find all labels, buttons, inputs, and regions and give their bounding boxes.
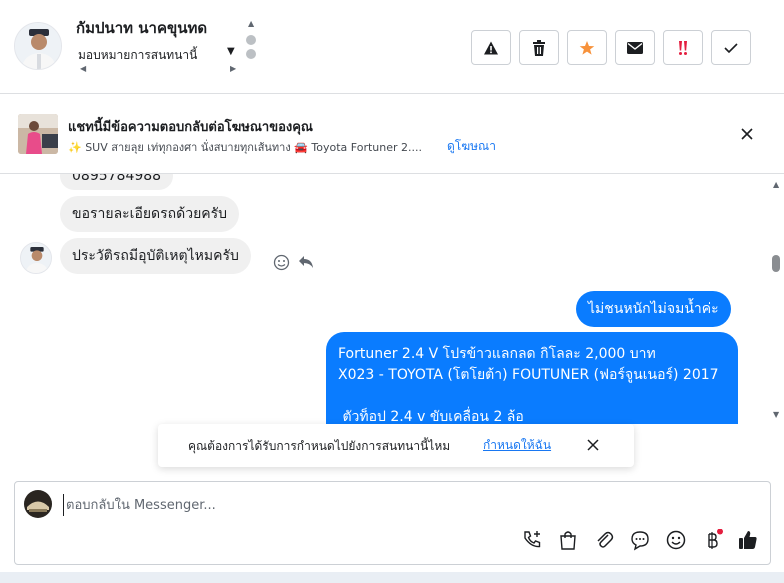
scrollbar-thumb[interactable] — [772, 255, 780, 272]
reply-input[interactable] — [63, 494, 663, 516]
reply-button[interactable] — [298, 255, 314, 269]
call-add-button[interactable] — [521, 529, 543, 551]
emoji-button[interactable] — [665, 529, 687, 551]
close-icon — [741, 128, 753, 140]
assign-prompt-text: คุณต้องการได้รับการกำหนดไปยังการสนทนานี้… — [188, 439, 451, 453]
incoming-message[interactable]: 0895784988 — [60, 174, 174, 190]
warning-icon — [484, 41, 498, 54]
message-line — [338, 385, 726, 406]
mark-done-button[interactable] — [711, 30, 751, 65]
contact-name[interactable]: กัมปนาท นาคขุนทด — [76, 16, 207, 40]
reply-composer — [14, 481, 771, 565]
assign-conversation-dropdown[interactable]: มอบหมายการสนทนานี้ ▼ ▲ ◀ ▶ — [76, 19, 258, 76]
thumbs-up-icon — [739, 531, 757, 549]
emoji-icon — [273, 254, 290, 271]
assign-prompt-toast: คุณต้องการได้รับการกำหนดไปยังการสนทนานี้… — [158, 424, 634, 467]
paperclip-icon — [597, 531, 614, 548]
close-toast-button[interactable] — [585, 437, 601, 453]
scroll-left-arrow-icon[interactable]: ◀ — [80, 64, 86, 73]
message-line: ตัวท็อป 2.4 v ขับเคลื่อน 2 ล้อ — [338, 409, 524, 424]
spam-button[interactable] — [663, 30, 703, 65]
message-thread[interactable]: 0895784988 ขอรายละเอียดรถด้วยครับ ประวัต… — [0, 174, 770, 424]
reply-icon — [299, 256, 313, 268]
scroll-down-arrow-icon[interactable]: ▼ — [773, 410, 779, 419]
scroll-dot-icon — [246, 49, 256, 59]
ad-banner-subtitle: ✨ SUV สายลุย เท่ทุกองศา นั่งสบายทุกเส้นท… — [68, 141, 423, 154]
baht-icon — [708, 529, 723, 549]
sender-avatar — [20, 242, 52, 274]
chat-bubble-icon — [631, 531, 649, 551]
call-add-icon — [524, 531, 541, 548]
report-button[interactable] — [471, 30, 511, 65]
assign-label: มอบหมายการสนทนานี้ — [78, 48, 198, 62]
assign-to-me-link[interactable]: กำหนดให้ฉัน — [483, 436, 551, 455]
star-icon — [579, 40, 595, 55]
envelope-icon — [627, 41, 643, 54]
outgoing-message-long[interactable]: Fortuner 2.4 V โปรข้าวแลกลด กิโลละ 2,000… — [326, 332, 738, 424]
close-banner-button[interactable] — [737, 124, 757, 144]
delete-button[interactable] — [519, 30, 559, 65]
scroll-dot-icon — [246, 35, 256, 45]
outgoing-message[interactable]: ไม่ชนหนักไม่จมน้ำค่ะ — [576, 291, 731, 327]
like-button[interactable] — [737, 529, 759, 551]
saved-replies-button[interactable] — [629, 529, 651, 551]
payment-button[interactable] — [701, 529, 723, 551]
contact-avatar[interactable] — [14, 22, 62, 70]
message-line: X023 - TOYOTA (โตโยต้า) FOUTUNER (ฟอร์จู… — [338, 367, 719, 383]
chat-scrollbar[interactable]: ▲ ▼ — [770, 174, 784, 424]
close-icon — [587, 439, 599, 451]
star-button[interactable] — [567, 30, 607, 65]
chevron-down-icon: ▼ — [227, 46, 235, 57]
message-line: Fortuner 2.4 V โปรข้าวแลกลด กิโลละ 2,000… — [338, 346, 656, 362]
shopping-bag-icon — [560, 531, 576, 550]
react-button[interactable] — [273, 254, 290, 271]
incoming-message[interactable]: ขอรายละเอียดรถด้วยครับ — [60, 196, 240, 232]
spam-icon — [679, 40, 687, 55]
incoming-message[interactable]: ประวัติรถมีอุบัติเหตุไหมครับ — [60, 238, 251, 274]
page-avatar — [24, 490, 52, 518]
mark-unread-button[interactable] — [615, 30, 655, 65]
bottom-divider — [0, 572, 784, 583]
ad-reply-banner: แชทนี้มีข้อความตอบกลับต่อโฆษณาของคุณ ✨ S… — [0, 94, 784, 174]
shop-button[interactable] — [557, 529, 579, 551]
scroll-up-arrow-icon[interactable]: ▲ — [248, 19, 254, 28]
attach-button[interactable] — [593, 529, 615, 551]
view-ad-link[interactable]: ดูโฆษณา — [447, 137, 496, 156]
ad-thumbnail[interactable] — [18, 114, 58, 154]
scroll-up-arrow-icon[interactable]: ▲ — [773, 180, 779, 189]
conversation-header: กัมปนาท นาคขุนทด มอบหมายการสนทนานี้ ▼ ▲ … — [0, 0, 784, 94]
scroll-right-arrow-icon[interactable]: ▶ — [230, 64, 236, 73]
check-icon — [724, 42, 738, 53]
ad-banner-title: แชทนี้มีข้อความตอบกลับต่อโฆษณาของคุณ — [68, 120, 313, 135]
emoji-icon — [666, 530, 686, 550]
trash-icon — [533, 39, 545, 56]
